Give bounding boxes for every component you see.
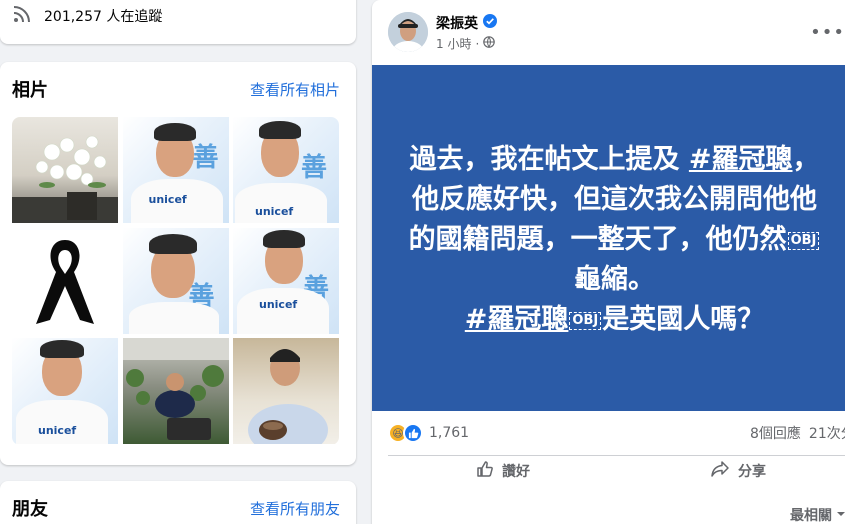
share-button[interactable]: 分享 [710,460,766,482]
photo-tile-unicef-2[interactable]: 善 unicef [233,117,339,223]
photo-tile-unicef-5[interactable]: unicef [12,338,118,444]
post-author: 梁振英 [436,13,497,33]
photo-tile-flowers[interactable] [12,117,118,223]
banner-text-segment: 龜縮。 [574,264,655,295]
more-options-icon[interactable]: ••• [810,22,845,43]
comments-count[interactable]: 8個回應 [750,423,801,443]
like-label: 讚好 [502,464,530,480]
friends-title: 朋友 [12,499,48,520]
author-avatar[interactable] [388,12,428,52]
comment-sort-dropdown[interactable]: 最相關 [790,505,845,524]
post-time[interactable]: 1 小時 [436,35,471,52]
verified-badge-icon [483,14,497,32]
followers-card: 201,257 人在追蹤 [0,0,356,44]
see-all-photos-link[interactable]: 查看所有相片 [250,79,340,100]
photo-grid: 善 unicef 善 unicef 善 善 unicef unicef [12,117,339,445]
post-card: 梁振英 1 小時 · ••• 過去，我在帖文上提及 #羅冠聰，他反應好快，但這次… [372,0,845,524]
post-meta: 1 小時 · [436,35,496,52]
see-all-friends-link[interactable]: 查看所有朋友 [250,498,340,519]
divider [388,455,845,456]
reaction-count[interactable]: 1,761 [429,425,469,441]
photo-tile-unicef-1[interactable]: 善 unicef [122,117,229,223]
post-stats: 😆 1,761 8個回應 21次分享 [388,421,845,445]
photo-tile-garden[interactable] [122,338,229,444]
post-banner[interactable]: 過去，我在帖文上提及 #羅冠聰，他反應好快，但這次我公開問他他的國籍問題，一整天… [372,65,845,411]
post-actions: 讚好 分享 [372,460,845,490]
photo-tile-unicef-3[interactable]: 善 [122,227,229,334]
photos-title: 相片 [12,80,48,101]
friends-card: 朋友 查看所有朋友 [0,481,356,524]
sort-label: 最相關 [790,508,832,524]
like-button[interactable]: 讚好 [476,460,530,482]
hashtag-link[interactable]: #羅冠聰 [689,144,793,175]
author-name[interactable]: 梁振英 [436,13,478,33]
banner-text-segment: 過去，我在帖文上提及 [409,144,689,175]
photo-tile-black-ribbon[interactable] [12,227,118,334]
object-placeholder: OBJ [569,311,602,330]
photos-card: 相片 查看所有相片 善 unicef 善 unicef 善 善 unicef u… [0,62,356,465]
rss-icon [12,4,32,28]
share-icon [710,460,730,482]
object-placeholder: OBJ [787,231,820,250]
like-icon [476,460,494,482]
share-label: 分享 [738,464,766,480]
like-reaction-icon [403,423,423,443]
photo-tile-unicef-4[interactable]: 善 unicef [233,227,339,334]
caret-down-icon [836,507,845,523]
photo-tile-tea[interactable] [233,338,339,444]
shares-count[interactable]: 21次分享 [809,423,845,443]
hashtag-link[interactable]: #羅冠聰 [465,304,569,335]
banner-text-segment: 是英國人嗎？ [602,304,765,335]
followers-count: 201,257 人在追蹤 [44,9,163,25]
globe-icon [483,36,496,51]
reaction-icons[interactable]: 😆 [388,423,423,443]
banner-text: 過去，我在帖文上提及 #羅冠聰，他反應好快，但這次我公開問他他的國籍問題，一整天… [405,140,825,340]
